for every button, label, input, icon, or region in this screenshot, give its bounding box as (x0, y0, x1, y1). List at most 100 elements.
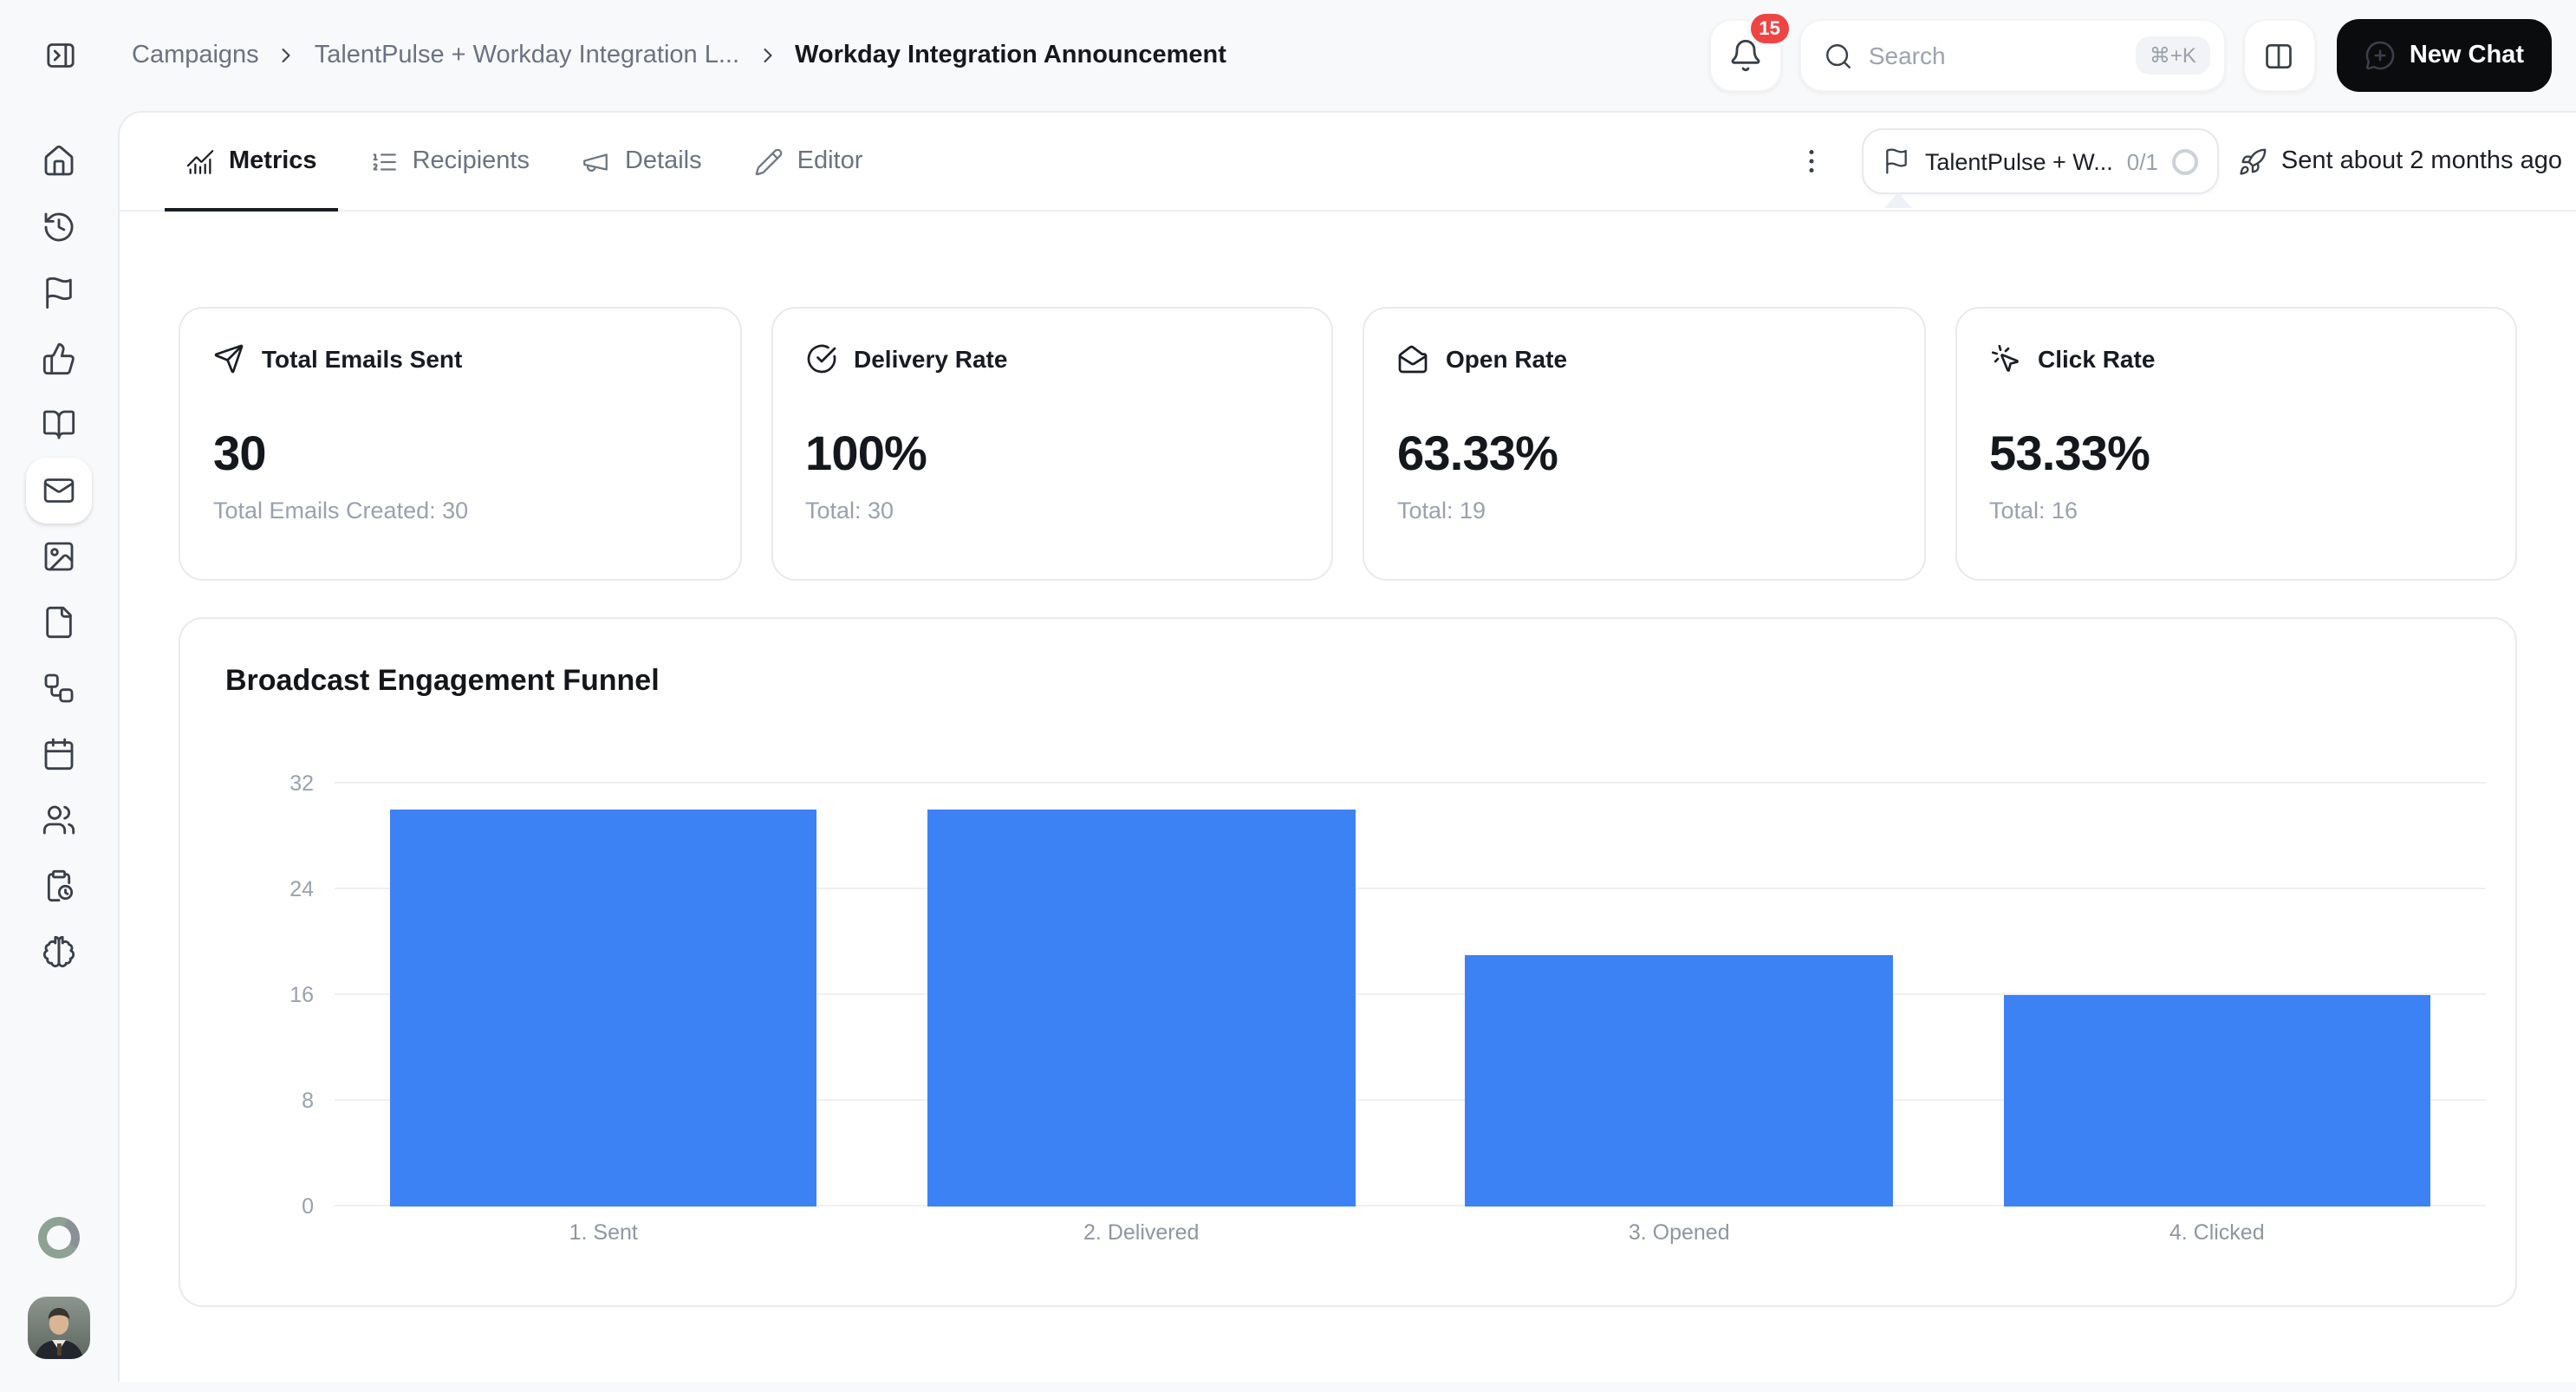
search-shortcut-kbd: ⌘+K (2136, 36, 2210, 75)
breadcrumb-campaigns[interactable]: Campaigns (132, 42, 259, 69)
card-subtitle: Total: 16 (1989, 498, 2482, 524)
card-title: Delivery Rate (854, 345, 1007, 373)
tabbar-right-cluster: TalentPulse + W... 0/1 Sent about 2 mont… (1781, 113, 2562, 210)
chevron-right-icon (755, 43, 779, 68)
breadcrumb: Campaigns TalentPulse + Workday Integrat… (132, 42, 1226, 69)
sidebar-item-email-campaigns[interactable] (26, 458, 92, 524)
kpi-cards-row: Total Emails Sent 30 Total Emails Create… (179, 307, 2517, 581)
chip-pointer-tail (1885, 192, 1913, 208)
sidebar-item-flags[interactable] (26, 260, 92, 326)
usage-progress-ring[interactable] (38, 1217, 80, 1259)
search-icon (1824, 41, 1853, 70)
sidebar-item-library[interactable] (26, 392, 92, 458)
file-icon (42, 605, 76, 640)
thumbs-up-icon (42, 341, 76, 376)
campaign-goal-chip[interactable]: TalentPulse + W... 0/1 (1863, 128, 2219, 194)
sidebar-item-approvals[interactable] (26, 326, 92, 392)
funnel-x-labels: 1. Sent2. Delivered3. Opened4. Clicked (335, 1220, 2486, 1245)
workflow-icon (42, 671, 76, 706)
tab-metrics-label: Metrics (229, 147, 317, 175)
user-avatar[interactable] (28, 1297, 90, 1359)
card-title: Click Rate (2038, 345, 2155, 373)
card-subtitle: Total: 19 (1397, 498, 1890, 524)
campaign-chip-progress: 0/1 (2127, 148, 2158, 174)
funnel-bar[interactable] (927, 810, 1355, 1207)
card-click-rate: Click Rate 53.33% Total: 16 (1955, 307, 2517, 581)
funnel-plot: 08162432 (335, 784, 2486, 1207)
sidebar-bottom (0, 1217, 118, 1392)
tab-recipients-label: Recipients (413, 147, 530, 175)
tab-details[interactable]: Details (561, 113, 723, 210)
calendar-icon (42, 737, 76, 771)
card-subtitle: Total: 30 (805, 498, 1298, 524)
bar-column (1410, 784, 1948, 1207)
new-chat-button[interactable]: New Chat (2337, 19, 2552, 92)
card-value: 100% (805, 426, 1298, 482)
breadcrumb-current-page: Workday Integration Announcement (795, 42, 1226, 69)
card-title: Total Emails Sent (262, 345, 462, 373)
tab-editor[interactable]: Editor (733, 113, 884, 210)
image-icon (42, 539, 76, 574)
circle-check-icon (805, 343, 836, 374)
sidebar-item-contacts[interactable] (26, 787, 92, 853)
sidebar-item-history[interactable] (26, 194, 92, 260)
funnel-bar[interactable] (1466, 955, 1893, 1207)
funnel-bar[interactable] (390, 810, 817, 1207)
sidebar-item-calendar[interactable] (26, 721, 92, 787)
funnel-bars (335, 784, 2486, 1207)
card-head: Total Emails Sent (213, 343, 706, 374)
sidebar-item-workflows[interactable] (26, 655, 92, 721)
search-bar[interactable]: ⌘+K (1799, 19, 2226, 92)
notifications-button[interactable]: 15 (1709, 19, 1782, 92)
y-tick-label: 0 (244, 1193, 314, 1220)
sidebar-item-documents[interactable] (26, 589, 92, 655)
search-input[interactable] (1869, 42, 2120, 69)
tab-recipients[interactable]: Recipients (348, 113, 550, 210)
sidebar-item-media[interactable] (26, 524, 92, 589)
book-open-icon (42, 407, 76, 442)
right-panel-toggle-button[interactable] (2243, 19, 2316, 92)
chart-title: Broadcast Engagement Funnel (225, 664, 2486, 699)
funnel-bar[interactable] (2003, 995, 2430, 1207)
card-title: Open Rate (1446, 345, 1567, 373)
sent-status: Sent about 2 months ago (2238, 146, 2562, 176)
sent-status-label: Sent about 2 months ago (2281, 147, 2562, 175)
sidebar-expand-button[interactable] (31, 26, 90, 85)
new-chat-label: New Chat (2410, 42, 2524, 69)
card-head: Delivery Rate (805, 343, 1298, 374)
sidebar-item-ai-brain[interactable] (26, 919, 92, 985)
megaphone-icon (582, 146, 611, 176)
sidebar-item-home[interactable] (26, 128, 92, 194)
mail-icon (42, 473, 76, 508)
sidebar-nav (26, 128, 92, 985)
card-value: 30 (213, 426, 706, 482)
panel-expand-icon (43, 38, 78, 73)
chevron-right-icon (275, 43, 299, 68)
app-root: Campaigns TalentPulse + Workday Integrat… (0, 0, 2576, 1392)
breadcrumb-campaign-name[interactable]: TalentPulse + Workday Integration L... (315, 42, 739, 69)
x-category-label: 3. Opened (1410, 1220, 1948, 1245)
bar-column (335, 784, 873, 1207)
mail-open-icon (1397, 343, 1428, 374)
tab-details-label: Details (625, 147, 702, 175)
users-icon (42, 803, 76, 837)
y-tick-label: 24 (244, 875, 314, 903)
tabs: Metrics Recipients Details (165, 113, 883, 210)
flag-icon (42, 276, 76, 310)
top-header: Campaigns TalentPulse + Workday Integrat… (0, 0, 2576, 111)
home-icon (42, 144, 76, 179)
clipboard-clock-icon (42, 868, 76, 903)
y-tick-label: 8 (244, 1087, 314, 1115)
chat-plus-icon (2365, 40, 2396, 71)
campaign-tabbar: Metrics Recipients Details (120, 113, 2576, 211)
card-head: Click Rate (1989, 343, 2482, 374)
campaign-menu-button[interactable] (1781, 130, 1844, 192)
y-tick-label: 16 (244, 981, 314, 1009)
sidebar-item-scheduled-tasks[interactable] (26, 853, 92, 919)
campaign-chip-label: TalentPulse + W... (1925, 148, 2113, 174)
history-icon (42, 210, 76, 244)
rocket-icon (2238, 146, 2267, 176)
notification-count-badge: 15 (1747, 10, 1792, 47)
x-category-label: 1. Sent (335, 1220, 873, 1245)
tab-metrics[interactable]: Metrics (165, 113, 338, 210)
